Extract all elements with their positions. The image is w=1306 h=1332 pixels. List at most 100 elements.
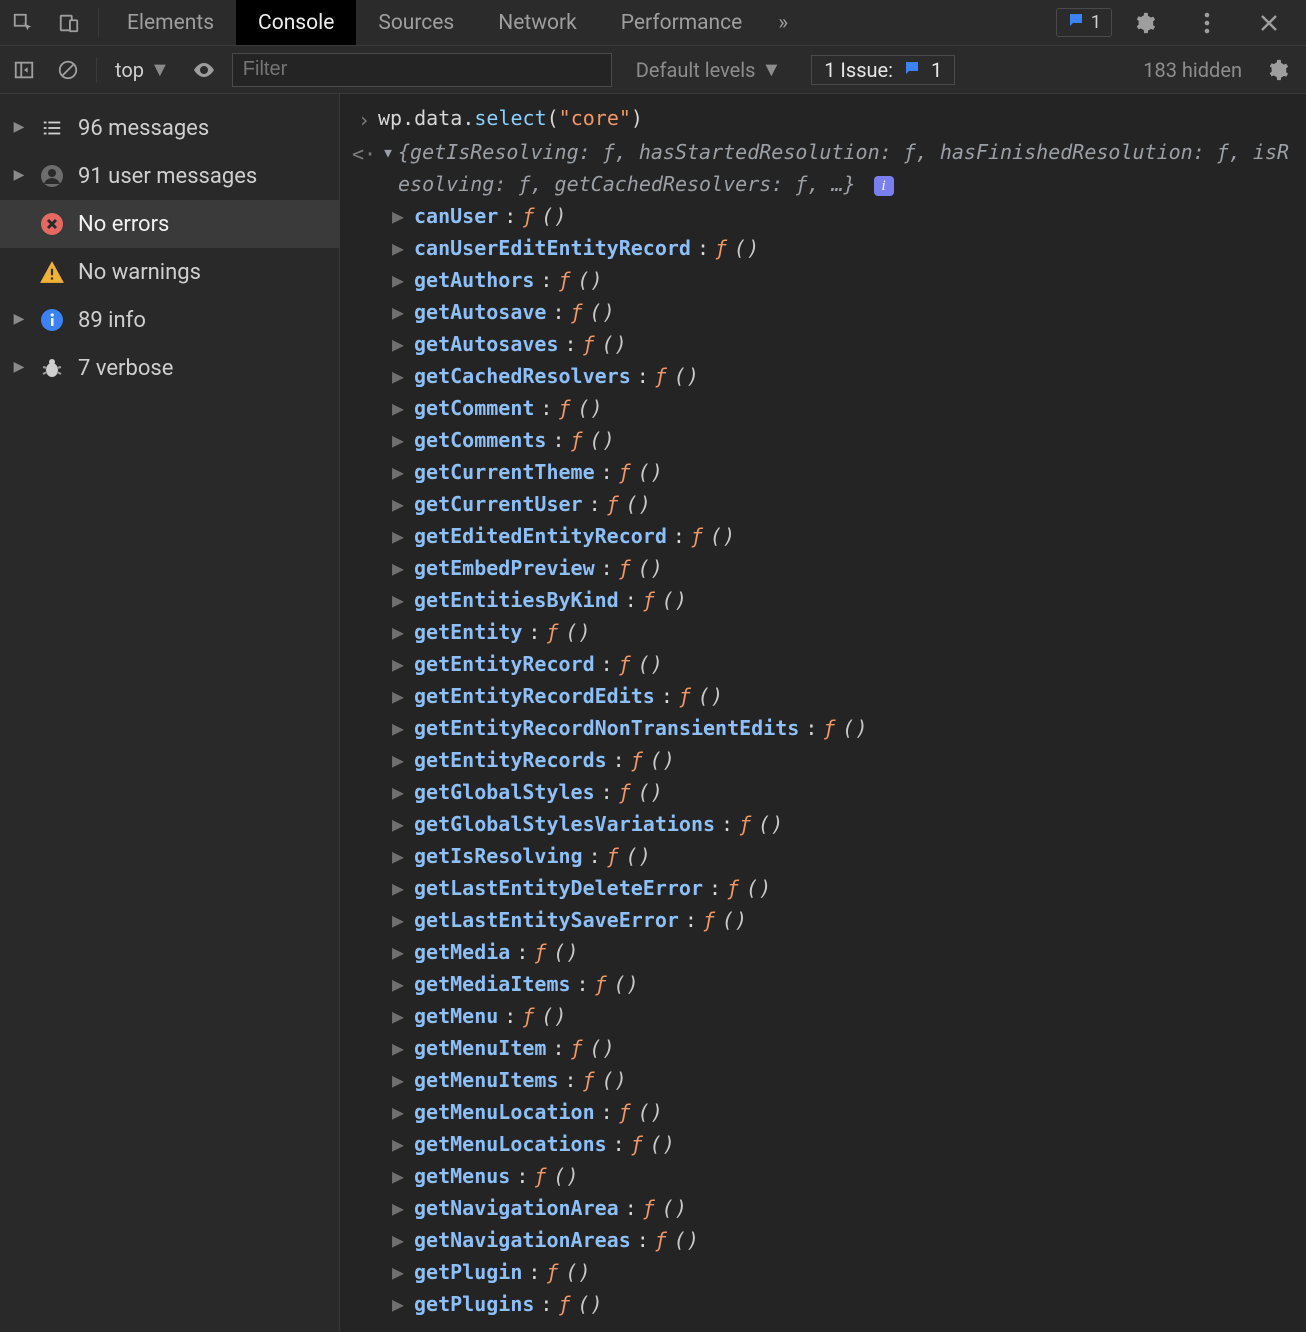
chevron-right-icon[interactable]: ▶	[392, 264, 408, 296]
chevron-right-icon[interactable]: ▶	[392, 328, 408, 360]
object-summary[interactable]: {getIsResolving: ƒ, hasStartedResolution…	[398, 140, 1289, 196]
chevron-right-icon[interactable]: ▶	[392, 936, 408, 968]
chevron-right-icon[interactable]: ▶	[392, 680, 408, 712]
object-property[interactable]: ▶getEntitiesByKind: ƒ ()	[392, 584, 1306, 616]
chevron-right-icon[interactable]: ▶	[392, 1128, 408, 1160]
object-property[interactable]: ▶getMenuItems: ƒ ()	[392, 1064, 1306, 1096]
chevron-right-icon[interactable]: ▶	[392, 872, 408, 904]
object-property[interactable]: ▶getPlugin: ƒ ()	[392, 1256, 1306, 1288]
chevron-right-icon[interactable]: ▶	[392, 1096, 408, 1128]
object-property[interactable]: ▶getMenus: ƒ ()	[392, 1160, 1306, 1192]
chevron-right-icon[interactable]: ▶	[392, 424, 408, 456]
tab-sources[interactable]: Sources	[356, 0, 476, 45]
object-property[interactable]: ▶getEntityRecordNonTransientEdits: ƒ ()	[392, 712, 1306, 744]
kebab-menu-icon[interactable]	[1184, 12, 1230, 34]
filter-input[interactable]	[232, 53, 612, 87]
object-property[interactable]: ▶getIsResolving: ƒ ()	[392, 840, 1306, 872]
object-property[interactable]: ▶getMenu: ƒ ()	[392, 1000, 1306, 1032]
chevron-right-icon[interactable]: ▶	[392, 1224, 408, 1256]
inspect-element-icon[interactable]	[0, 0, 46, 45]
sidebar-row-info[interactable]: ▶89 info	[0, 296, 339, 344]
object-property[interactable]: ▶getLastEntitySaveError: ƒ ()	[392, 904, 1306, 936]
chevron-right-icon[interactable]: ▶	[392, 360, 408, 392]
object-property[interactable]: ▶getComment: ƒ ()	[392, 392, 1306, 424]
object-property[interactable]: ▶getGlobalStylesVariations: ƒ ()	[392, 808, 1306, 840]
chevron-right-icon[interactable]: ▶	[392, 392, 408, 424]
chevron-right-icon[interactable]: ▶	[392, 232, 408, 264]
chevron-right-icon[interactable]: ▶	[392, 520, 408, 552]
object-property[interactable]: ▶canUserEditEntityRecord: ƒ ()	[392, 232, 1306, 264]
object-property[interactable]: ▶getMedia: ƒ ()	[392, 936, 1306, 968]
chevron-right-icon[interactable]: ▶	[12, 169, 26, 183]
object-property[interactable]: ▶getPlugins: ƒ ()	[392, 1288, 1306, 1320]
object-property[interactable]: ▶getAutosave: ƒ ()	[392, 296, 1306, 328]
object-property[interactable]: ▶getCurrentUser: ƒ ()	[392, 488, 1306, 520]
object-property[interactable]: ▶getAutosaves: ƒ ()	[392, 328, 1306, 360]
chevron-right-icon[interactable]: ▶	[392, 552, 408, 584]
chevron-right-icon[interactable]: ▶	[12, 361, 26, 375]
object-property[interactable]: ▶getMediaItems: ƒ ()	[392, 968, 1306, 1000]
chevron-right-icon[interactable]: ▶	[392, 584, 408, 616]
chevron-right-icon[interactable]: ▶	[392, 968, 408, 1000]
device-toolbar-icon[interactable]	[46, 0, 92, 45]
sidebar-row-user-messages[interactable]: ▶91 user messages	[0, 152, 339, 200]
chevron-right-icon[interactable]: ▶	[392, 1064, 408, 1096]
sidebar-toggle-icon[interactable]	[8, 54, 40, 86]
close-devtools-icon[interactable]	[1246, 13, 1292, 33]
chevron-right-icon[interactable]: ▶	[392, 840, 408, 872]
execution-context-select[interactable]: top ▼	[109, 57, 176, 82]
console-output[interactable]: › wp.data.select("core") <· ▾ {getIsReso…	[340, 94, 1306, 1332]
issues-button[interactable]: 1 Issue: 1	[811, 55, 955, 85]
chevron-right-icon[interactable]: ▶	[392, 200, 408, 232]
object-property[interactable]: ▶getCurrentTheme: ƒ ()	[392, 456, 1306, 488]
log-levels-select[interactable]: Default levels ▼	[636, 57, 781, 82]
chevron-right-icon[interactable]: ▶	[392, 616, 408, 648]
object-property[interactable]: ▶getCachedResolvers: ƒ ()	[392, 360, 1306, 392]
chevron-right-icon[interactable]: ▶	[392, 1032, 408, 1064]
object-property[interactable]: ▶getNavigationArea: ƒ ()	[392, 1192, 1306, 1224]
hidden-messages-count[interactable]: 183 hidden	[1143, 58, 1242, 82]
object-property[interactable]: ▶getEntity: ƒ ()	[392, 616, 1306, 648]
chevron-right-icon[interactable]: ▶	[392, 1000, 408, 1032]
object-property[interactable]: ▶getMenuLocation: ƒ ()	[392, 1096, 1306, 1128]
chevron-right-icon[interactable]: ▶	[392, 904, 408, 936]
object-property[interactable]: ▶getComments: ƒ ()	[392, 424, 1306, 456]
chevron-right-icon[interactable]: ▶	[392, 296, 408, 328]
tab-console[interactable]: Console	[236, 0, 356, 45]
settings-gear-icon[interactable]	[1122, 12, 1168, 34]
chevron-right-icon[interactable]: ▶	[392, 488, 408, 520]
tab-performance[interactable]: Performance	[599, 0, 764, 45]
object-property[interactable]: ▶getMenuLocations: ƒ ()	[392, 1128, 1306, 1160]
object-property[interactable]: ▶getMenuItem: ƒ ()	[392, 1032, 1306, 1064]
sidebar-row-messages[interactable]: ▶96 messages	[0, 104, 339, 152]
chevron-right-icon[interactable]: ▶	[392, 1288, 408, 1320]
sidebar-row-errors[interactable]: ▶No errors	[0, 200, 339, 248]
issues-badge[interactable]: 1	[1056, 8, 1112, 37]
object-expand-toggle[interactable]: ▾	[378, 136, 398, 168]
chevron-right-icon[interactable]: ▶	[392, 1192, 408, 1224]
chevron-right-icon[interactable]: ▶	[392, 456, 408, 488]
tab-elements[interactable]: Elements	[105, 0, 236, 45]
sidebar-row-warnings[interactable]: ▶No warnings	[0, 248, 339, 296]
chevron-right-icon[interactable]: ▶	[392, 648, 408, 680]
object-property[interactable]: ▶getEntityRecord: ƒ ()	[392, 648, 1306, 680]
tab-network[interactable]: Network	[476, 0, 599, 45]
object-property[interactable]: ▶getEntityRecordEdits: ƒ ()	[392, 680, 1306, 712]
chevron-right-icon[interactable]: ▶	[392, 808, 408, 840]
chevron-right-icon[interactable]: ▶	[392, 1160, 408, 1192]
console-settings-gear-icon[interactable]	[1262, 54, 1294, 86]
tabs-overflow[interactable]: »	[764, 0, 802, 45]
object-property[interactable]: ▶canUser: ƒ ()	[392, 200, 1306, 232]
chevron-right-icon[interactable]: ▶	[392, 776, 408, 808]
chevron-right-icon[interactable]: ▶	[392, 712, 408, 744]
clear-console-icon[interactable]	[52, 54, 84, 86]
chevron-right-icon[interactable]: ▶	[392, 1256, 408, 1288]
object-property[interactable]: ▶getNavigationAreas: ƒ ()	[392, 1224, 1306, 1256]
sidebar-row-verbose[interactable]: ▶7 verbose	[0, 344, 339, 392]
chevron-right-icon[interactable]: ▶	[12, 121, 26, 135]
chevron-right-icon[interactable]: ▶	[12, 313, 26, 327]
info-badge-icon[interactable]: i	[874, 176, 894, 196]
object-property[interactable]: ▶getAuthors: ƒ ()	[392, 264, 1306, 296]
chevron-right-icon[interactable]: ▶	[392, 744, 408, 776]
object-property[interactable]: ▶getEditedEntityRecord: ƒ ()	[392, 520, 1306, 552]
